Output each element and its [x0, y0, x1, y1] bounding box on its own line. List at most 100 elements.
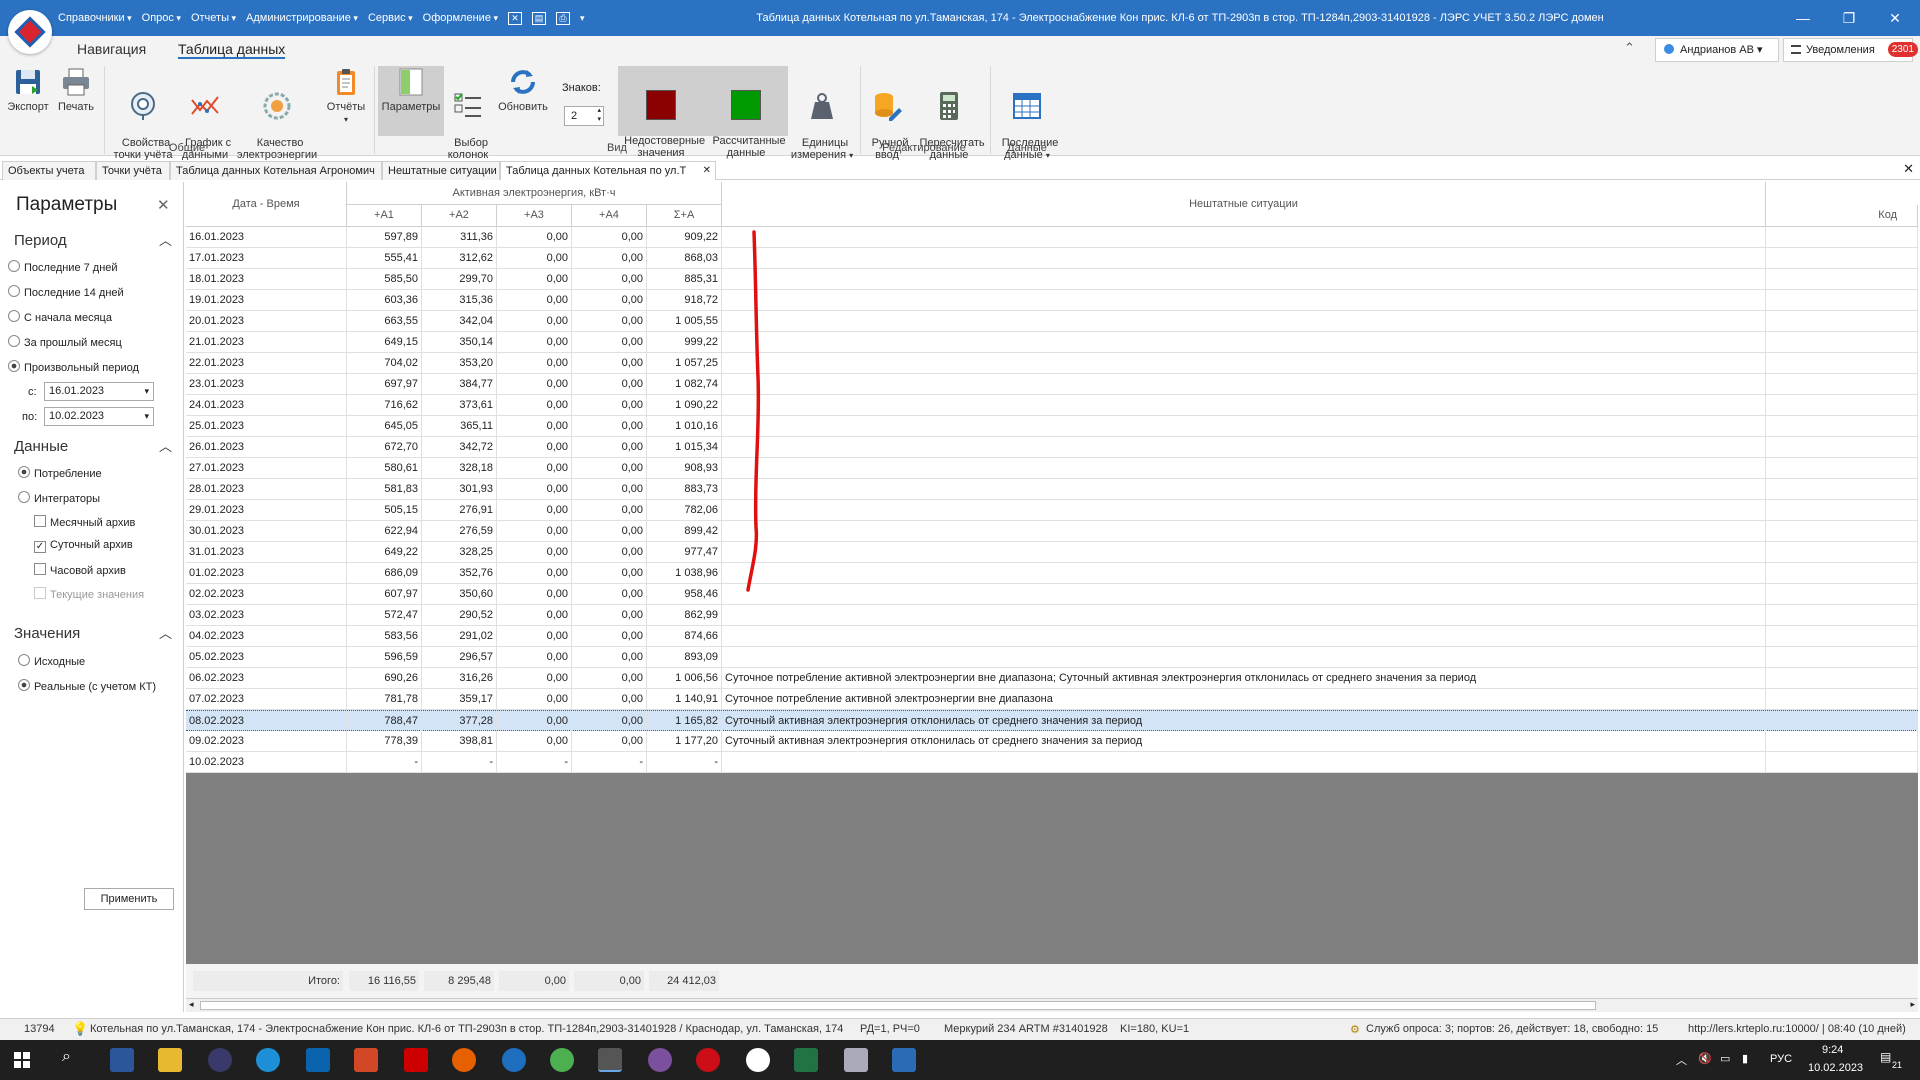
cell-a1[interactable]: 572,47 — [347, 605, 422, 625]
cell-events[interactable]: Суточный активная электроэнергия отклони… — [722, 711, 1766, 731]
cell-date[interactable]: 25.01.2023 — [186, 416, 347, 436]
table-row[interactable]: 03.02.2023 572,47 290,52 0,00 0,00 862,99 — [186, 605, 1918, 626]
cell-sum[interactable]: 1 010,16 — [647, 416, 722, 436]
cell-a4[interactable]: 0,00 — [572, 668, 647, 688]
cell-sum[interactable]: 1 057,25 — [647, 353, 722, 373]
cell-code[interactable] — [1766, 269, 1918, 289]
remote-desktop-icon[interactable] — [892, 1048, 916, 1072]
cell-date[interactable]: 26.01.2023 — [186, 437, 347, 457]
cell-a3[interactable]: 0,00 — [497, 395, 572, 415]
table-row[interactable]: 09.02.2023 778,39 398,81 0,00 0,00 1 177,20 Су… — [186, 731, 1918, 752]
cell-date[interactable]: 01.02.2023 — [186, 563, 347, 583]
internet-explorer-icon[interactable] — [502, 1048, 526, 1072]
cell-a2[interactable]: 276,91 — [422, 500, 497, 520]
cell-a3[interactable]: 0,00 — [497, 731, 572, 751]
cell-events[interactable] — [722, 563, 1766, 583]
cell-date[interactable]: 19.01.2023 — [186, 290, 347, 310]
close-button[interactable]: ✕ — [1872, 0, 1918, 36]
cell-sum[interactable]: 958,46 — [647, 584, 722, 604]
cell-a2[interactable]: 312,62 — [422, 248, 497, 268]
cell-a3[interactable]: - — [497, 752, 572, 772]
cell-a3[interactable]: 0,00 — [497, 689, 572, 709]
lers-app-icon[interactable] — [598, 1048, 622, 1072]
cell-date[interactable]: 03.02.2023 — [186, 605, 347, 625]
doc-tab-incidents[interactable]: Нештатные ситуации — [382, 161, 500, 180]
cell-events[interactable] — [722, 290, 1766, 310]
clock-time[interactable]: 9:24 — [1822, 1044, 1843, 1056]
cell-a2[interactable]: 291,02 — [422, 626, 497, 646]
cell-date[interactable]: 07.02.2023 — [186, 689, 347, 709]
cell-date[interactable]: 06.02.2023 — [186, 668, 347, 688]
excel-icon[interactable] — [794, 1048, 818, 1072]
doc-tab-table-tamanskaya[interactable]: Таблица данных Котельная по ул.Т ✕ — [500, 161, 716, 180]
cell-code[interactable] — [1766, 605, 1918, 625]
menu-reports[interactable]: Отчеты — [191, 12, 236, 24]
cell-code[interactable] — [1766, 521, 1918, 541]
cell-a4[interactable]: 0,00 — [572, 647, 647, 667]
cell-date[interactable]: 02.02.2023 — [186, 584, 347, 604]
menu-poll[interactable]: Опрос — [142, 12, 181, 24]
cell-a4[interactable]: 0,00 — [572, 521, 647, 541]
cell-sum[interactable]: 918,72 — [647, 290, 722, 310]
cell-a1[interactable]: 697,97 — [347, 374, 422, 394]
cell-a3[interactable]: 0,00 — [497, 668, 572, 688]
table-row[interactable]: 23.01.2023 697,97 384,77 0,00 0,00 1 082,74 — [186, 374, 1918, 395]
values-real[interactable]: Реальные (с учетом КТ) — [18, 679, 156, 693]
collapse-chevron-icon[interactable]: ︿ — [159, 623, 172, 642]
cell-date[interactable]: 08.02.2023 — [186, 711, 347, 731]
cell-sum[interactable]: 1 140,91 — [647, 689, 722, 709]
parameters-close-icon[interactable]: ✕ — [157, 196, 170, 214]
cell-code[interactable] — [1766, 458, 1918, 478]
table-row[interactable]: 17.01.2023 555,41 312,62 0,00 0,00 868,03 — [186, 248, 1918, 269]
restore-button[interactable]: ❐ — [1826, 0, 1872, 36]
cell-a3[interactable]: 0,00 — [497, 248, 572, 268]
table-row[interactable]: 07.02.2023 781,78 359,17 0,00 0,00 1 140,91 Су… — [186, 689, 1918, 710]
battery-icon[interactable]: ▮ — [1742, 1052, 1748, 1065]
cell-a3[interactable]: 0,00 — [497, 437, 572, 457]
cell-events[interactable] — [722, 521, 1766, 541]
cell-code[interactable] — [1766, 416, 1918, 436]
cell-a2[interactable]: 328,25 — [422, 542, 497, 562]
cell-a3[interactable]: 0,00 — [497, 584, 572, 604]
archive-hourly[interactable]: Часовой архив — [34, 563, 126, 577]
cell-a2[interactable]: 359,17 — [422, 689, 497, 709]
data-integrators[interactable]: Интеграторы — [18, 491, 100, 505]
table-row[interactable]: 18.01.2023 585,50 299,70 0,00 0,00 885,31 — [186, 269, 1918, 290]
cell-a3[interactable]: 0,00 — [497, 605, 572, 625]
cell-sum[interactable]: 999,22 — [647, 332, 722, 352]
col-code[interactable]: Код — [1766, 205, 1918, 227]
cell-a2[interactable]: 384,77 — [422, 374, 497, 394]
cell-sum[interactable]: 1 090,22 — [647, 395, 722, 415]
user-menu[interactable]: Андрианов АВ ▾ — [1655, 38, 1779, 62]
apply-button[interactable]: Применить — [84, 888, 174, 910]
cell-events[interactable] — [722, 353, 1766, 373]
cell-code[interactable] — [1766, 563, 1918, 583]
network-icon[interactable]: ▭ — [1720, 1052, 1730, 1065]
date-from-input[interactable]: 16.01.2023 — [44, 382, 154, 401]
values-section[interactable]: Значения ︿ — [14, 625, 174, 642]
firefox-icon[interactable] — [452, 1048, 476, 1072]
cell-a1[interactable]: 686,09 — [347, 563, 422, 583]
cell-a2[interactable]: 350,14 — [422, 332, 497, 352]
cell-date[interactable]: 20.01.2023 — [186, 311, 347, 331]
cell-date[interactable]: 09.02.2023 — [186, 731, 347, 751]
cell-date[interactable]: 05.02.2023 — [186, 647, 347, 667]
period-month-start[interactable]: С начала месяца — [8, 310, 112, 324]
calculated-data-button[interactable]: Рассчитанные данные — [704, 66, 788, 159]
cell-events[interactable] — [722, 605, 1766, 625]
cell-a3[interactable]: 0,00 — [497, 374, 572, 394]
cell-a3[interactable]: 0,00 — [497, 711, 572, 731]
print-button[interactable]: Печать — [52, 66, 100, 113]
cell-a3[interactable]: 0,00 — [497, 626, 572, 646]
cell-a1[interactable]: 596,59 — [347, 647, 422, 667]
cell-code[interactable] — [1766, 668, 1918, 688]
cell-a2[interactable]: 315,36 — [422, 290, 497, 310]
cell-a2[interactable]: 342,72 — [422, 437, 497, 457]
table-row[interactable]: 02.02.2023 607,97 350,60 0,00 0,00 958,46 — [186, 584, 1918, 605]
col-date[interactable]: Дата - Время — [186, 182, 347, 227]
table-row[interactable]: 16.01.2023 597,89 311,36 0,00 0,00 909,22 — [186, 227, 1918, 248]
cell-a3[interactable]: 0,00 — [497, 563, 572, 583]
table-row[interactable]: 08.02.2023 788,47 377,28 0,00 0,00 1 165,82 Су… — [186, 710, 1918, 731]
cell-code[interactable] — [1766, 626, 1918, 646]
col-sum[interactable]: Σ+A — [647, 205, 722, 227]
